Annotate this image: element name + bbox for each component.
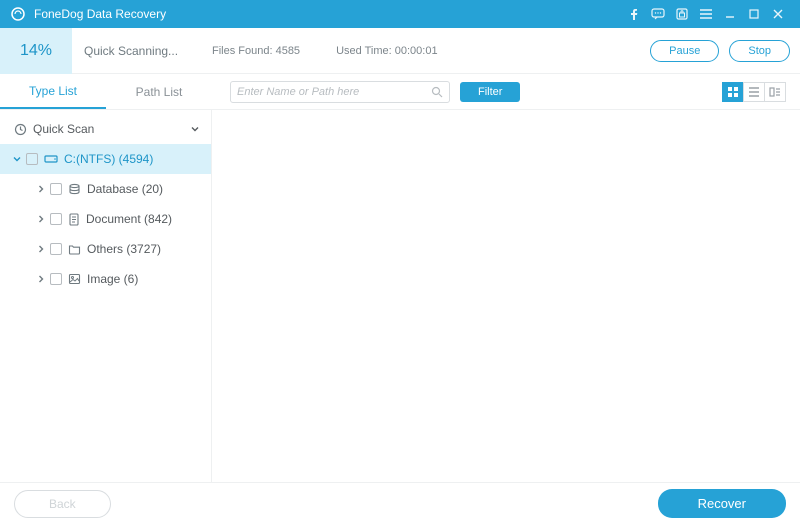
chevron-right-icon[interactable] bbox=[34, 244, 48, 254]
tree-item-label: Database (20) bbox=[87, 182, 211, 196]
feedback-icon[interactable] bbox=[646, 2, 670, 26]
chevron-down-icon[interactable] bbox=[10, 154, 24, 164]
toolbar: Type List Path List Filter bbox=[0, 74, 800, 110]
tree-item-others[interactable]: Others (3727) bbox=[0, 234, 211, 264]
checkbox[interactable] bbox=[50, 243, 62, 255]
sidebar-tree: Quick Scan C:(NTFS) (4594) Database (20)… bbox=[0, 110, 212, 482]
progress-percent: 14% bbox=[0, 28, 72, 74]
chevron-right-icon[interactable] bbox=[34, 274, 48, 284]
view-list-button[interactable] bbox=[743, 82, 765, 102]
tab-path-list[interactable]: Path List bbox=[106, 74, 212, 109]
document-icon bbox=[68, 213, 80, 226]
checkbox[interactable] bbox=[50, 273, 62, 285]
facebook-icon[interactable] bbox=[622, 2, 646, 26]
footer: Back Recover bbox=[0, 482, 800, 524]
register-icon[interactable] bbox=[670, 2, 694, 26]
used-time: Used Time: 00:00:01 bbox=[336, 45, 438, 57]
chevron-right-icon[interactable] bbox=[34, 184, 48, 194]
tree-quick-scan[interactable]: Quick Scan bbox=[0, 114, 211, 144]
chevron-down-icon[interactable] bbox=[189, 123, 201, 135]
clock-icon bbox=[14, 123, 27, 136]
checkbox[interactable] bbox=[26, 153, 38, 165]
image-icon bbox=[68, 273, 81, 285]
search-icon[interactable] bbox=[431, 86, 443, 98]
tree-drive-c[interactable]: C:(NTFS) (4594) bbox=[0, 144, 211, 174]
titlebar: FoneDog Data Recovery bbox=[0, 0, 800, 28]
checkbox[interactable] bbox=[50, 213, 62, 225]
maximize-icon[interactable] bbox=[742, 2, 766, 26]
tree-item-document[interactable]: Document (842) bbox=[0, 204, 211, 234]
app-logo-icon bbox=[10, 6, 26, 22]
drive-icon bbox=[44, 153, 58, 165]
close-icon[interactable] bbox=[766, 2, 790, 26]
pause-button[interactable]: Pause bbox=[650, 40, 719, 62]
tree-item-label: Document (842) bbox=[86, 212, 211, 226]
sidebar-tabs: Type List Path List bbox=[0, 74, 212, 109]
stop-button[interactable]: Stop bbox=[729, 40, 790, 62]
tree-item-label: C:(NTFS) (4594) bbox=[64, 152, 211, 166]
view-grid-button[interactable] bbox=[722, 82, 744, 102]
status-bar: 14% Quick Scanning... Files Found: 4585 … bbox=[0, 28, 800, 74]
chevron-right-icon[interactable] bbox=[34, 214, 48, 224]
back-button: Back bbox=[14, 490, 111, 518]
view-detail-button[interactable] bbox=[764, 82, 786, 102]
app-title: FoneDog Data Recovery bbox=[34, 7, 166, 21]
tab-type-list[interactable]: Type List bbox=[0, 74, 106, 109]
quick-scan-label: Quick Scan bbox=[33, 122, 94, 136]
scanning-status: Quick Scanning... bbox=[72, 44, 212, 58]
database-icon bbox=[68, 183, 81, 195]
menu-icon[interactable] bbox=[694, 2, 718, 26]
checkbox[interactable] bbox=[50, 183, 62, 195]
folder-icon bbox=[68, 243, 81, 255]
tree-item-database[interactable]: Database (20) bbox=[0, 174, 211, 204]
search-field-wrap[interactable] bbox=[230, 81, 450, 103]
content-area bbox=[212, 110, 800, 482]
tree-item-label: Image (6) bbox=[87, 272, 211, 286]
view-mode-group bbox=[723, 82, 786, 102]
tree-item-label: Others (3727) bbox=[87, 242, 211, 256]
minimize-icon[interactable] bbox=[718, 2, 742, 26]
tree-item-image[interactable]: Image (6) bbox=[0, 264, 211, 294]
recover-button[interactable]: Recover bbox=[658, 489, 786, 518]
filter-button[interactable]: Filter bbox=[460, 82, 520, 102]
files-found: Files Found: 4585 bbox=[212, 45, 300, 57]
main-body: Quick Scan C:(NTFS) (4594) Database (20)… bbox=[0, 110, 800, 482]
search-input[interactable] bbox=[237, 86, 431, 98]
